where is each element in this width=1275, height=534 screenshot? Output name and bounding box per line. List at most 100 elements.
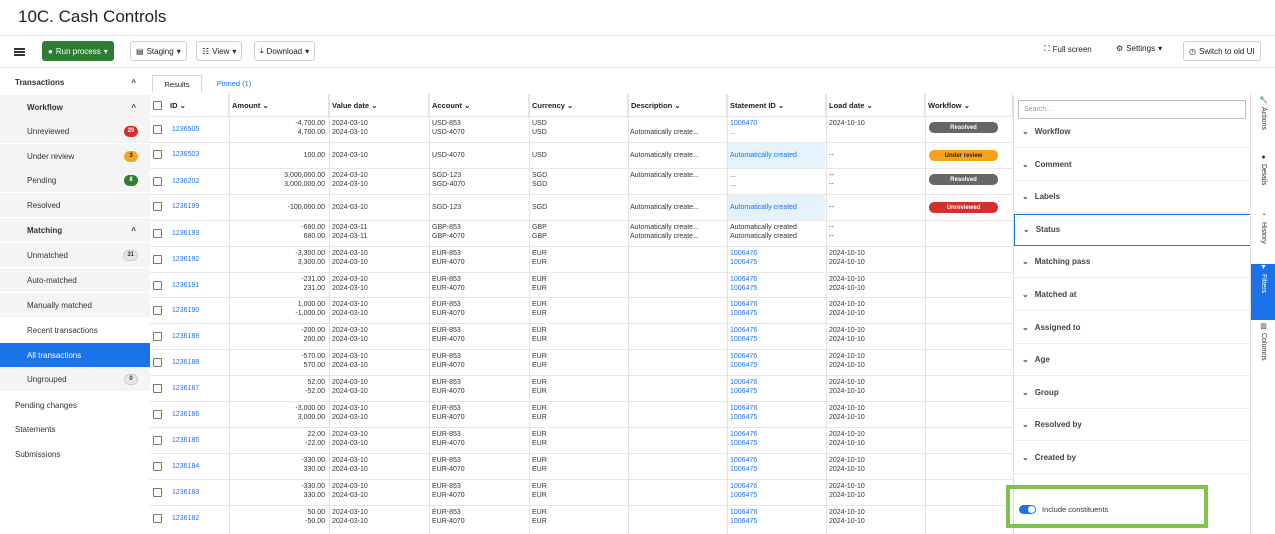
sidebar-item-under-review[interactable]: Under review 3 (0, 144, 150, 168)
table-row[interactable]: 1236186 -3,000.00 3,000.00 2024-03-10 2024… (150, 401, 1013, 427)
settings-button[interactable]: ⚙ Settings ▾ (1116, 44, 1162, 53)
transaction-id-link[interactable]: 1236187 (172, 384, 227, 393)
transaction-id-link[interactable]: 1236184 (172, 462, 227, 471)
filter-item-matched-at[interactable]: ⌄ Matched at (1014, 279, 1251, 311)
table-row[interactable]: 1236188 -570.00 570.00 2024-03-10 2024-03-… (150, 349, 1013, 375)
sidebar-item-ungrouped[interactable]: Ungrouped 0 (0, 367, 150, 391)
statement-id-link[interactable]: 1006476 1006475 (730, 508, 825, 526)
table-row[interactable]: 1236187 52.00 -52.00 2024-03-10 2024-03-10… (150, 375, 1013, 401)
filter-item-workflow[interactable]: ⌄ Workflow (1014, 116, 1251, 148)
view-button[interactable]: ☷ View ▾ (196, 41, 243, 61)
column-header-description[interactable]: Description ⌄ (628, 94, 727, 116)
rail-tab-columns[interactable]: ▥ Columns (1251, 322, 1275, 382)
transaction-id-link[interactable]: 1236188 (172, 358, 227, 367)
sidebar-section-workflow[interactable]: Workflow ^ (0, 95, 150, 119)
run-process-button[interactable]: ● Run process ▾ (42, 41, 114, 61)
filter-item-resolved-by[interactable]: ⌄ Resolved by (1014, 409, 1251, 442)
table-row[interactable]: 1236192 -3,300.00 3,300.00 2024-03-10 2024… (150, 246, 1013, 272)
transaction-id-link[interactable]: 1236182 (172, 514, 227, 523)
sidebar-item-all-transactions[interactable]: All transactions (0, 343, 150, 367)
table-row[interactable]: 1236184 -330.00 330.00 2024-03-10 2024-03-… (150, 453, 1013, 479)
transaction-id-link[interactable]: 1236191 (172, 281, 227, 290)
filter-item-status[interactable]: ⌄ Status (1014, 213, 1251, 246)
sidebar-item-auto-matched[interactable]: Auto-matched (0, 268, 150, 292)
statement-id-link[interactable]: 1006476 1006475 (730, 404, 825, 422)
transaction-id-link[interactable]: 1236183 (172, 488, 227, 497)
filter-item-assigned-to[interactable]: ⌄ Assigned to (1014, 312, 1251, 344)
statement-id-link[interactable]: 1006476 1006475 (730, 378, 825, 396)
sidebar-item-recent-transactions[interactable]: Recent transactions (0, 318, 150, 342)
transaction-id-link[interactable]: 1236186 (172, 410, 227, 419)
sidebar-section-transactions[interactable]: Transactions ^ (0, 70, 150, 94)
sidebar-item-submissions[interactable]: Submissions (0, 442, 150, 466)
row-checkbox[interactable] (153, 514, 162, 523)
filter-item-created-by[interactable]: ⌄ Created by (1014, 442, 1251, 474)
full-screen-button[interactable]: ⛶ Full screen (1044, 44, 1092, 54)
table-row[interactable]: 1236189 -200.00 200.00 2024-03-10 2024-03-… (150, 323, 1013, 349)
filter-item-labels[interactable]: ⌄ Labels (1014, 181, 1251, 214)
download-button[interactable]: ⤓ Download ▾ (254, 41, 316, 61)
filter-item-age[interactable]: ⌄ Age (1014, 344, 1251, 377)
transaction-id-link[interactable]: 1236503 (172, 150, 227, 159)
rail-tab-actions[interactable]: 🔧 Actions (1251, 96, 1275, 152)
row-checkbox[interactable] (153, 281, 162, 290)
sidebar-item-unmatched[interactable]: Unmatched 31 (0, 243, 150, 267)
sidebar-item-resolved[interactable]: Resolved (0, 193, 150, 217)
transaction-id-link[interactable]: 1236202 (172, 177, 227, 186)
row-checkbox[interactable] (153, 462, 162, 471)
statement-id-link[interactable]: 1006476 1006475 (730, 249, 825, 267)
sidebar-item-pending[interactable]: Pending 8 (0, 168, 150, 192)
row-checkbox[interactable] (153, 306, 162, 315)
filter-item-comment[interactable]: ⌄ Comment (1014, 149, 1251, 181)
row-checkbox[interactable] (153, 488, 162, 497)
column-header-value-date[interactable]: Value date ⌄ (329, 94, 429, 116)
transaction-id-link[interactable]: 1236193 (172, 229, 227, 238)
rail-tab-filters[interactable]: ▼ Filters (1251, 264, 1275, 320)
table-row[interactable]: 1236193 -680.00 680.00 2024-03-11 2024-03-… (150, 220, 1013, 246)
row-checkbox[interactable] (153, 410, 162, 419)
transaction-id-link[interactable]: 1236185 (172, 436, 227, 445)
table-row[interactable]: 1236191 -231.00 231.00 2024-03-10 2024-03-… (150, 272, 1013, 297)
row-checkbox[interactable] (153, 255, 162, 264)
column-header-amount[interactable]: Amount ⌄ (229, 94, 329, 116)
filter-item-group[interactable]: ⌄ Group (1014, 377, 1251, 409)
transaction-id-link[interactable]: 1236505 (172, 125, 227, 134)
switch-old-ui-button[interactable]: ◷ Switch to old UI (1183, 41, 1261, 61)
transaction-id-link[interactable]: 1236192 (172, 255, 227, 264)
statement-id-link[interactable]: 1006470 ... (730, 119, 825, 137)
sidebar-item-statements[interactable]: Statements (0, 417, 150, 441)
column-header-id[interactable]: ID ⌄ (150, 94, 229, 116)
table-row[interactable]: 1236202 3,000,000.00 3,000,000.00 2024-03-… (150, 168, 1013, 194)
row-checkbox[interactable] (153, 229, 162, 238)
statement-id-link[interactable]: 1006476 1006475 (730, 352, 825, 370)
row-checkbox[interactable] (153, 177, 162, 186)
row-checkbox[interactable] (153, 384, 162, 393)
include-constituents-toggle[interactable] (1019, 505, 1036, 514)
table-row[interactable]: 1236183 -330.00 330.00 2024-03-10 2024-03-… (150, 479, 1013, 505)
column-header-load-date[interactable]: Load date ⌄ (826, 94, 925, 116)
sidebar-item-unreviewed[interactable]: Unreviewed 29 (0, 119, 150, 143)
table-row[interactable]: 1236185 22.00 -22.00 2024-03-10 2024-03-10… (150, 427, 1013, 453)
row-checkbox[interactable] (153, 150, 162, 159)
statement-id-link[interactable]: 1006476 1006475 (730, 456, 825, 474)
statement-id-link[interactable]: 1006476 1006475 (730, 326, 825, 344)
transaction-id-link[interactable]: 1236199 (172, 202, 227, 211)
table-row[interactable]: 1236199 -100,000.00 2024-03-10 SGD-123 SGD Au… (150, 194, 1013, 220)
table-row[interactable]: 1236182 50.00 -50.00 2024-03-10 2024-03-10… (150, 505, 1013, 531)
tab-results[interactable]: Results (152, 75, 202, 92)
column-header-workflow[interactable]: Workflow ⌄ (925, 94, 1013, 116)
transaction-id-link[interactable]: 1236189 (172, 332, 227, 341)
row-checkbox[interactable] (153, 436, 162, 445)
statement-id-link[interactable]: 1006476 1006475 (730, 300, 825, 318)
column-header-statement-id[interactable]: Statement ID ⌄ (727, 94, 826, 116)
column-header-currency[interactable]: Currency ⌄ (529, 94, 628, 116)
rail-tab-details[interactable]: ● Details (1251, 154, 1275, 210)
transaction-id-link[interactable]: 1236190 (172, 306, 227, 315)
row-checkbox[interactable] (153, 125, 162, 134)
filter-item-matching-pass[interactable]: ⌄ Matching pass (1014, 246, 1251, 279)
menu-icon[interactable] (14, 48, 25, 56)
sidebar-section-matching[interactable]: Matching ^ (0, 218, 150, 242)
rail-tab-history[interactable]: ◔ History (1251, 212, 1275, 268)
statement-id-link[interactable]: 1006476 1006475 (730, 430, 825, 448)
tab-pinned[interactable]: Pinned (1) (210, 75, 258, 92)
